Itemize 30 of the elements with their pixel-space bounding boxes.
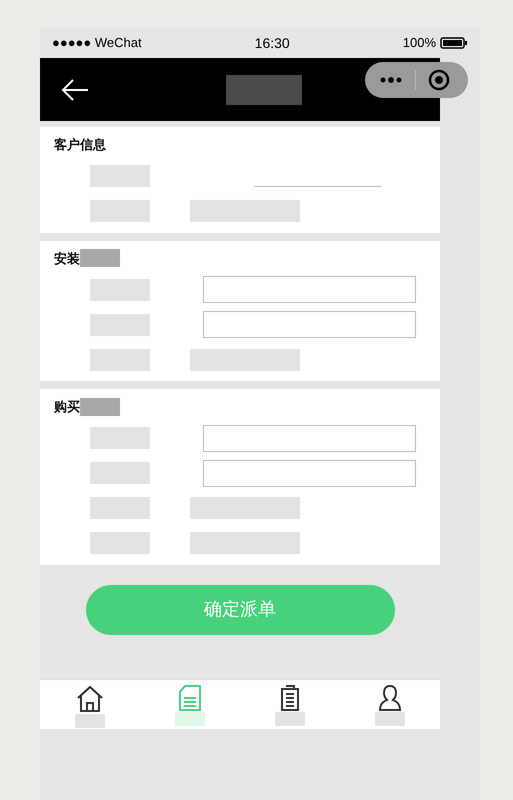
person-icon <box>377 684 403 712</box>
close-circle-icon[interactable] <box>428 69 450 91</box>
clipboard-icon <box>279 684 301 712</box>
input-field[interactable] <box>203 460 416 486</box>
input-field[interactable] <box>203 276 416 303</box>
redacted-block <box>90 348 150 370</box>
redacted-block <box>80 398 120 416</box>
carrier-label: ●●●●● WeChat <box>52 34 142 52</box>
redacted-block <box>90 532 150 554</box>
input-field[interactable] <box>203 424 416 452</box>
status-time: 16:30 <box>254 34 290 52</box>
more-icon[interactable] <box>379 76 403 84</box>
redacted-block <box>90 165 150 187</box>
redacted-block <box>90 427 150 449</box>
document-icon <box>177 684 203 712</box>
redacted-block <box>90 462 150 484</box>
redacted-block <box>90 278 150 300</box>
submit-button[interactable]: 确定派单 <box>86 584 394 634</box>
capsule-menu[interactable] <box>365 62 468 98</box>
section-title: 客户信息 <box>54 136 106 154</box>
home-icon <box>75 684 105 714</box>
redacted-block <box>90 314 150 336</box>
input-field[interactable] <box>203 311 416 338</box>
section-title: 安装 <box>54 250 80 268</box>
battery-percent: 100% <box>402 34 436 52</box>
battery-icon <box>440 37 468 49</box>
redacted-block <box>90 497 150 519</box>
section-title: 购买 <box>54 398 80 416</box>
redacted-block <box>90 200 150 222</box>
redacted-block <box>80 249 120 268</box>
